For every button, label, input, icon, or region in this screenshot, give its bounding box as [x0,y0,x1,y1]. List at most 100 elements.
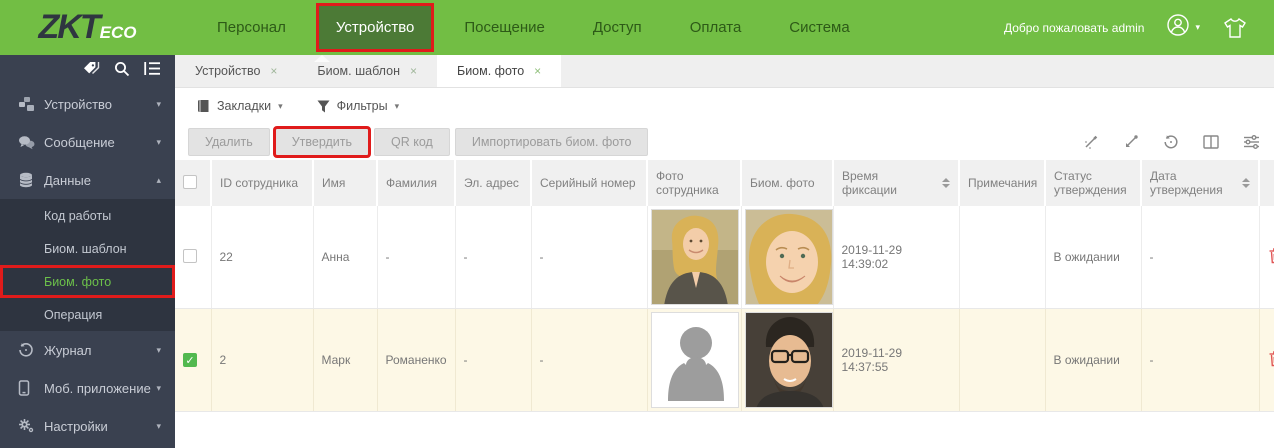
search-icon[interactable] [114,61,130,82]
qr-code-button[interactable]: QR код [374,128,450,156]
col-id[interactable]: ID сотрудника [211,160,313,206]
tab-close-icon[interactable]: × [534,64,541,78]
table-header-row: ID сотрудника Имя Фамилия Эл. адрес Сери… [175,160,1274,206]
cell-notes [959,309,1045,412]
nav-device[interactable]: Устройство [316,3,434,52]
zkteco-logo: ZKT ECO [0,8,175,47]
employee-photo-placeholder [651,312,739,408]
cell-id: 2 [211,309,313,412]
col-photo[interactable]: Фото сотрудника [647,160,741,206]
sidebar-item-label: Данные [44,173,156,188]
col-email[interactable]: Эл. адрес [455,160,531,206]
row-checkbox[interactable]: ✓ [183,353,197,367]
sidebar-subitem-work-code[interactable]: Код работы [0,199,175,232]
col-capture-time[interactable]: Время фиксации [833,160,959,206]
chevron-down-icon: ▾ [278,101,283,112]
cell-approval-date: - [1141,206,1259,309]
sidebar-subitem-bio-template[interactable]: Биом. шаблон [0,232,175,265]
delete-button[interactable]: Удалить [188,128,270,156]
col-first-name[interactable]: Имя [313,160,377,206]
chevron-down-icon: ▾ [156,421,161,432]
import-bio-photo-button[interactable]: Импортировать биом. фото [455,128,649,156]
sidebar: Устройство ▾ Сообщение ▾ Данные ▴ К [0,55,175,448]
chevron-down-icon: ▾ [156,345,161,356]
logo-text-eco: ECO [100,23,137,43]
nav-attendance[interactable]: Посещение [440,0,569,55]
sidebar-item-message[interactable]: Сообщение ▾ [0,123,175,161]
approve-button[interactable]: Утвердить [275,128,369,156]
sidebar-item-label: Сообщение [44,135,156,150]
cell-notes [959,206,1045,309]
topbar-right: Добро пожаловать admin ▾ [1004,13,1274,42]
nav-access[interactable]: Доступ [569,0,666,55]
sort-icon[interactable] [1242,178,1250,188]
sidebar-subitem-operation[interactable]: Операция [0,298,175,331]
tab-device[interactable]: Устройство × [175,55,297,87]
chat-icon [18,135,44,150]
chevron-down-icon: ▾ [156,383,161,394]
select-all-checkbox[interactable] [183,175,197,189]
tab-label: Биом. фото [457,64,524,78]
col-serial[interactable]: Серийный номер [531,160,647,206]
settings-icon [18,418,44,434]
user-menu-caret-icon: ▾ [1195,22,1200,33]
theme-shirt-icon[interactable] [1222,16,1248,40]
expand-icon[interactable] [1123,134,1139,150]
sidebar-item-label: Устройство [44,97,156,112]
col-bio-photo[interactable]: Биом. фото [741,160,833,206]
col-approval-date[interactable]: Дата утверждения [1141,160,1259,206]
sidebar-item-device[interactable]: Устройство ▾ [0,85,175,123]
chevron-down-icon: ▾ [395,101,400,112]
sidebar-item-settings[interactable]: Настройки ▾ [0,407,175,445]
filters-dropdown[interactable]: Фильтры ▾ [317,99,400,113]
active-nav-notch [314,55,330,62]
book-icon [197,99,210,113]
cell-approval-status: В ожидании [1045,309,1141,412]
tab-label: Устройство [195,64,260,78]
col-approval-status[interactable]: Статус утверждения [1045,160,1141,206]
menu-collapse-icon[interactable] [144,61,161,81]
employee-photo-anna [651,209,739,305]
table-tool-icons [1083,134,1260,150]
bookmarks-dropdown[interactable]: Закладки ▾ [197,99,283,113]
sidebar-item-label: Моб. приложение [44,381,156,396]
tab-bio-photo[interactable]: Биом. фото × [437,55,561,87]
tab-bar: Устройство × Биом. шаблон × Биом. фото × [175,55,1274,88]
col-notes[interactable]: Примечания [959,160,1045,206]
cell-first-name: Марк [313,309,377,412]
sliders-icon[interactable] [1243,135,1260,149]
nav-system[interactable]: Система [765,0,873,55]
col-last-name[interactable]: Фамилия [377,160,455,206]
delete-row-icon[interactable] [1268,350,1274,370]
tab-close-icon[interactable]: × [270,64,277,78]
tab-label: Биом. шаблон [317,64,400,78]
user-menu[interactable]: ▾ [1166,13,1200,42]
funnel-icon [317,100,330,113]
row-checkbox[interactable] [183,249,197,263]
sidebar-item-log[interactable]: Журнал ▾ [0,331,175,369]
table-row[interactable]: 22 Анна - - - [175,206,1274,309]
top-navigation-bar: ZKT ECO Персонал Устройство Посещение До… [0,0,1274,55]
cell-last-name: Романенко [377,309,455,412]
refresh-history-icon[interactable] [1163,134,1179,150]
sidebar-item-data[interactable]: Данные ▴ [0,161,175,199]
database-icon [18,172,44,188]
nav-payment[interactable]: Оплата [666,0,766,55]
cell-first-name: Анна [313,206,377,309]
bio-photo-table: ID сотрудника Имя Фамилия Эл. адрес Сери… [175,160,1274,412]
tags-icon[interactable] [83,61,100,81]
cell-capture-time: 2019-11-29 14:39:02 [833,206,959,309]
nav-personnel[interactable]: Персонал [193,0,310,55]
delete-row-icon[interactable] [1268,247,1274,267]
cell-email: - [455,206,531,309]
sidebar-item-mobile-app[interactable]: Моб. приложение ▾ [0,369,175,407]
cell-last-name: - [377,206,455,309]
sort-icon[interactable] [942,178,950,188]
phone-icon [18,380,44,396]
sidebar-item-label: Настройки [44,419,156,434]
table-row[interactable]: ✓ 2 Марк Романенко - - [175,309,1274,412]
sidebar-subitem-bio-photo[interactable]: Биом. фото [0,265,175,298]
columns-icon[interactable] [1203,135,1219,149]
wand-icon[interactable] [1083,134,1099,150]
tab-close-icon[interactable]: × [410,64,417,78]
